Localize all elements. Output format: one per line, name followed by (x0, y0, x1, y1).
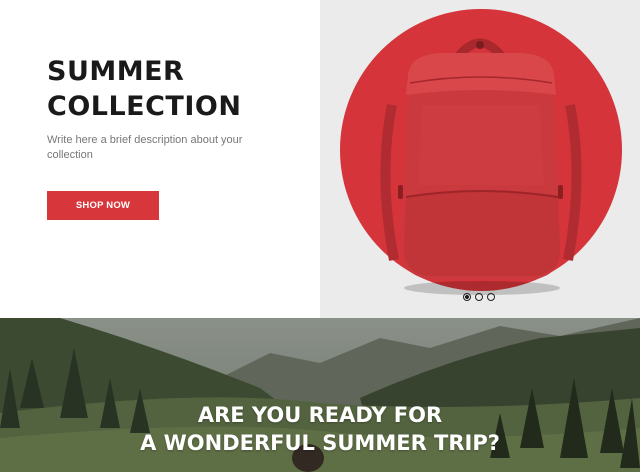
hero-description: Write here a brief description about you… (47, 134, 243, 161)
hero-title-line-1: SUMMER (47, 56, 185, 87)
summer-trip-banner: ARE YOU READY FOR A WONDERFUL SUMMER TRI… (0, 318, 640, 472)
banner-headline-line-1: ARE YOU READY FOR (197, 403, 443, 427)
hero-title-line-2: COLLECTION (47, 91, 242, 122)
shop-now-button[interactable]: SHOP NOW (47, 191, 159, 220)
slider-dots (463, 293, 495, 301)
banner-headline: ARE YOU READY FOR A WONDERFUL SUMMER TRI… (0, 401, 640, 457)
hero-title: SUMMER COLLECTION (47, 54, 241, 124)
slider-dot-2[interactable] (475, 293, 483, 301)
slider-dot-3[interactable] (487, 293, 495, 301)
slider-dot-1[interactable] (463, 293, 471, 301)
banner-headline-line-2: A WONDERFUL SUMMER TRIP? (140, 431, 500, 455)
hero-section: SUMMER COLLECTION Write here a brief des… (0, 0, 640, 318)
hero-image-panel (320, 0, 640, 318)
hero-text-panel: SUMMER COLLECTION Write here a brief des… (0, 0, 320, 318)
backpack-image (380, 38, 582, 295)
